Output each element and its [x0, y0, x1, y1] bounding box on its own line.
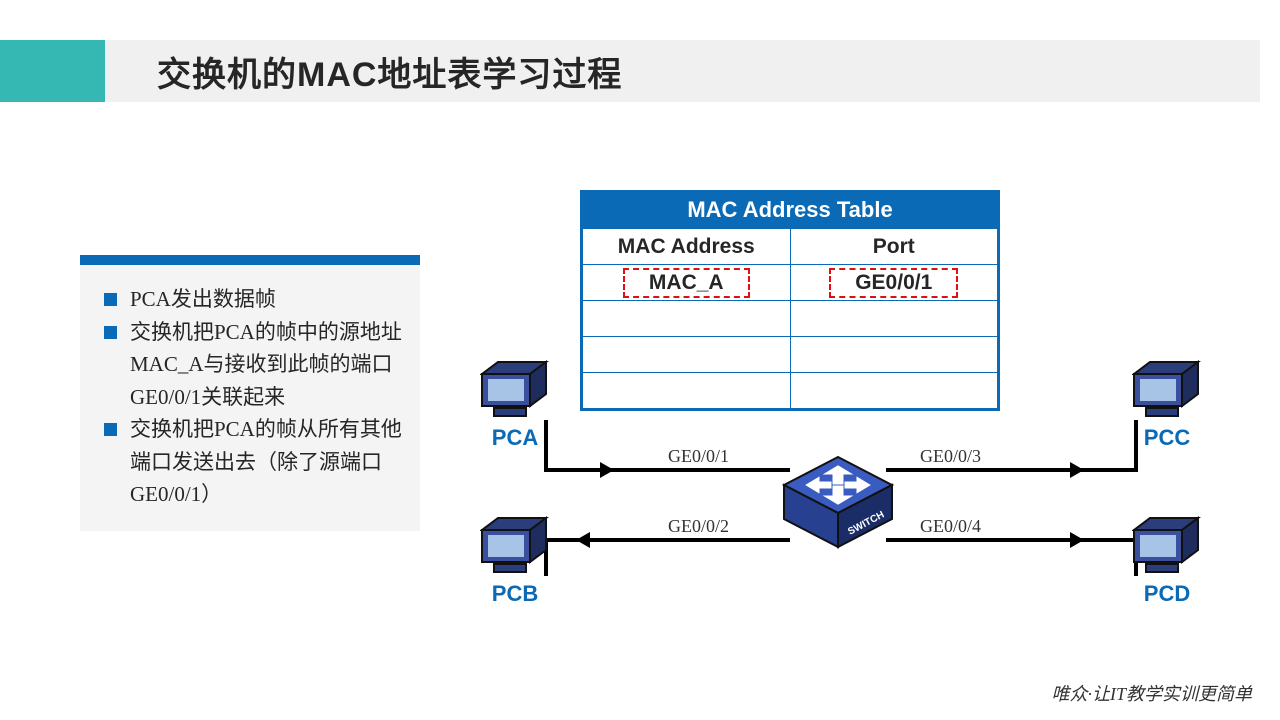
pc-d: PCD — [1122, 516, 1212, 607]
bullet-item: 交换机把PCA的帧中的源地址MAC_A与接收到此帧的端口GE0/0/1关联起来 — [100, 316, 402, 414]
port-col-header: Port — [790, 229, 998, 265]
title-accent — [0, 40, 105, 102]
pc-b: PCB — [470, 516, 560, 607]
computer-icon — [480, 516, 550, 574]
bullet-item: PCA发出数据帧 — [100, 283, 402, 316]
arrow-icon — [1070, 462, 1084, 478]
footer-slogan: 唯众·让IT教学实训更简单 — [1051, 680, 1252, 706]
pc-c-label: PCC — [1122, 425, 1212, 451]
arrow-icon — [600, 462, 614, 478]
explanation-panel: PCA发出数据帧 交换机把PCA的帧中的源地址MAC_A与接收到此帧的端口GE0… — [80, 255, 420, 531]
mac-table-title: MAC Address Table — [582, 192, 998, 228]
mac-col-header: MAC Address — [583, 229, 791, 265]
pc-c: PCC — [1122, 360, 1212, 451]
network-topology: PCA PCB PCC PCD — [470, 360, 1210, 620]
computer-icon — [1132, 516, 1202, 574]
arrow-icon — [576, 532, 590, 548]
switch-icon: SWITCH — [780, 455, 896, 555]
port-cell: GE0/0/1 — [829, 268, 958, 298]
port-label-1: GE0/0/1 — [668, 446, 729, 467]
pc-d-label: PCD — [1122, 581, 1212, 607]
computer-icon — [1132, 360, 1202, 418]
pc-a: PCA — [470, 360, 560, 451]
empty-cell — [583, 301, 791, 337]
pc-a-label: PCA — [470, 425, 560, 451]
pc-b-label: PCB — [470, 581, 560, 607]
mac-cell: MAC_A — [623, 268, 750, 298]
bullet-item: 交换机把PCA的帧从所有其他端口发送出去（除了源端口GE0/0/1） — [100, 413, 402, 511]
switch: SWITCH — [780, 455, 896, 550]
bullet-list: PCA发出数据帧 交换机把PCA的帧中的源地址MAC_A与接收到此帧的端口GE0… — [80, 283, 420, 531]
empty-cell — [790, 301, 998, 337]
panel-accent-bar — [80, 255, 420, 265]
title-bar: 交换机的MAC地址表学习过程 — [0, 40, 1260, 102]
port-label-3: GE0/0/3 — [920, 446, 981, 467]
page-title: 交换机的MAC地址表学习过程 — [157, 47, 622, 96]
arrow-icon — [1070, 532, 1084, 548]
port-label-4: GE0/0/4 — [920, 516, 981, 537]
computer-icon — [480, 360, 550, 418]
port-label-2: GE0/0/2 — [668, 516, 729, 537]
